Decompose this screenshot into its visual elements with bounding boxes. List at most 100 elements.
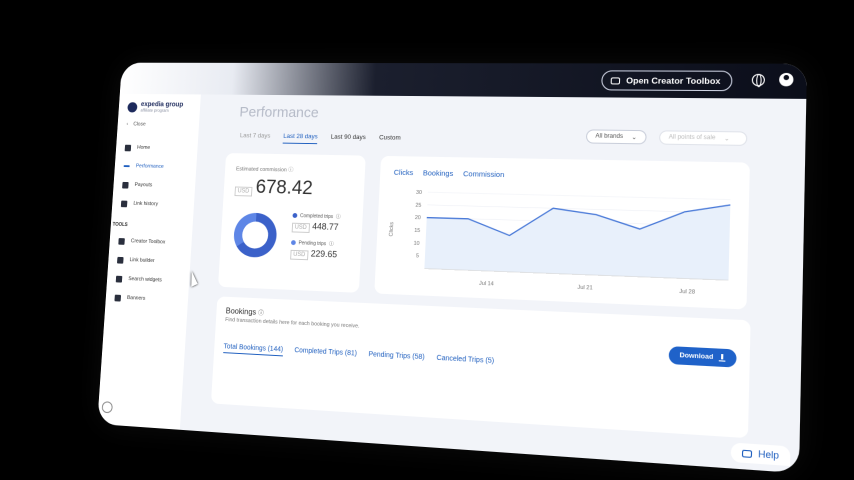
sidebar-item-label: Link history xyxy=(133,200,159,208)
tab-bookings[interactable]: Bookings xyxy=(423,168,454,178)
link-icon xyxy=(117,256,124,264)
currency-badge: USD xyxy=(291,222,310,233)
bookings-card: Bookings ⓘ Find transaction details here… xyxy=(210,296,751,439)
y-tick-label: 5 xyxy=(416,253,419,259)
history-icon xyxy=(120,200,128,207)
globe-icon[interactable] xyxy=(751,73,766,87)
tab-last-7-days[interactable]: Last 7 days xyxy=(239,132,271,143)
completed-legend: Completed trips ⓘ USD 448.77 xyxy=(291,212,341,234)
sidebar: expedia group affiliate program ‹ Close … xyxy=(97,93,201,430)
accessibility-icon[interactable] xyxy=(101,401,113,414)
info-icon[interactable]: ⓘ xyxy=(329,240,334,247)
points-of-sale-select[interactable]: All points of sale ⌄ xyxy=(658,130,748,146)
completed-dot xyxy=(292,213,298,219)
completed-label: Completed trips xyxy=(299,212,334,220)
tab-total-bookings[interactable]: Total Bookings (144) xyxy=(223,343,284,357)
date-range-tabs: Last 7 days Last 28 days Last 90 days Cu… xyxy=(239,132,401,145)
pending-label: Pending trips xyxy=(298,239,327,247)
sidebar-item-label: Banners xyxy=(126,295,146,302)
clicks-area xyxy=(424,197,731,281)
close-menu-link[interactable]: ‹ Close xyxy=(126,122,146,128)
toolbox-icon xyxy=(610,76,621,84)
x-tick-label: Jul 14 xyxy=(479,281,494,288)
pos-select-value: All points of sale xyxy=(668,134,716,142)
y-tick-label: 20 xyxy=(415,215,421,221)
sidebar-item-label: Creator Toolbox xyxy=(130,238,166,246)
info-icon[interactable]: ⓘ xyxy=(288,168,293,174)
currency-badge: USD xyxy=(290,249,309,261)
logo[interactable]: expedia group affiliate program xyxy=(127,101,183,113)
payout-icon xyxy=(122,181,129,189)
sidebar-item-label: Payouts xyxy=(134,182,153,189)
tab-clicks[interactable]: Clicks xyxy=(394,168,414,177)
chevron-down-icon: ⌄ xyxy=(631,134,637,141)
sidebar-item-link-history[interactable]: Link history xyxy=(119,194,193,215)
toolbox-label: Open Creator Toolbox xyxy=(626,75,721,86)
pending-legend: Pending trips ⓘ USD 229.65 xyxy=(290,239,338,261)
expedia-logo-icon xyxy=(127,101,138,112)
page-title: Performance xyxy=(239,104,320,122)
banner-icon xyxy=(114,294,122,302)
tab-last-90-days[interactable]: Last 90 days xyxy=(330,134,366,145)
pending-value: 229.65 xyxy=(310,248,338,260)
tab-commission[interactable]: Commission xyxy=(463,169,505,179)
pending-dot xyxy=(290,240,296,246)
commission-card: Estimated commission ⓘ USD 678.42 Comple… xyxy=(218,153,366,293)
sidebar-item-performance[interactable]: Performance xyxy=(121,157,195,177)
user-account-icon[interactable] xyxy=(779,72,794,87)
main-content: Performance Last 7 days Last 28 days Las… xyxy=(187,95,806,474)
download-label: Download xyxy=(679,351,714,362)
sidebar-nav: Home Performance Payouts Link history TO… xyxy=(112,138,196,310)
download-button[interactable]: Download xyxy=(668,346,737,368)
commission-label-text: Estimated commission xyxy=(235,166,287,174)
help-button[interactable]: Help xyxy=(731,442,791,467)
y-tick-label: 15 xyxy=(414,228,420,234)
sidebar-item-label: Link builder xyxy=(129,257,155,264)
sidebar-item-label: Home xyxy=(136,144,151,151)
bookings-tabs: Total Bookings (144) Completed Trips (81… xyxy=(223,343,494,368)
y-tick-label: 10 xyxy=(414,240,420,246)
app-window: Open Creator Toolbox expedia group affil… xyxy=(97,62,808,474)
commission-donut-chart xyxy=(232,212,278,259)
commission-value: USD 678.42 xyxy=(234,176,313,200)
performance-chart-card: Clicks Bookings Commission 5 10 15 20 25 30 Cl… xyxy=(374,155,750,310)
grid-line xyxy=(428,192,731,199)
home-icon xyxy=(124,144,132,151)
info-icon[interactable]: ⓘ xyxy=(258,311,264,317)
sidebar-item-home[interactable]: Home xyxy=(122,138,196,158)
tab-completed-trips[interactable]: Completed Trips (81) xyxy=(294,347,357,360)
y-tick-label: 25 xyxy=(415,202,421,208)
tab-custom[interactable]: Custom xyxy=(379,134,401,145)
y-axis-label: Clicks xyxy=(389,222,396,237)
bookings-title-text: Bookings xyxy=(225,306,257,317)
open-creator-toolbox-button[interactable]: Open Creator Toolbox xyxy=(600,70,733,92)
search-icon xyxy=(115,275,123,283)
y-tick-label: 30 xyxy=(416,190,422,196)
brands-select-value: All brands xyxy=(595,133,624,140)
trend-icon xyxy=(123,165,130,168)
chat-icon xyxy=(742,449,753,458)
download-icon xyxy=(718,354,726,362)
tab-last-28-days[interactable]: Last 28 days xyxy=(282,133,318,145)
tab-pending-trips[interactable]: Pending Trips (58) xyxy=(368,351,424,364)
chevron-left-icon: ‹ xyxy=(126,121,129,128)
logo-subtext: affiliate program xyxy=(140,107,170,113)
sidebar-item-payouts[interactable]: Payouts xyxy=(120,175,194,196)
currency-badge: USD xyxy=(234,186,253,197)
completed-value: 448.77 xyxy=(312,221,339,232)
x-tick-label: Jul 21 xyxy=(577,285,593,292)
close-label: Close xyxy=(133,121,146,128)
top-bar: Open Creator Toolbox xyxy=(119,62,808,99)
tab-canceled-trips[interactable]: Canceled Trips (5) xyxy=(436,355,494,368)
commission-label: Estimated commission ⓘ xyxy=(236,165,314,174)
info-icon[interactable]: ⓘ xyxy=(336,213,341,220)
commission-amount: 678.42 xyxy=(255,176,314,200)
brands-select[interactable]: All brands ⌄ xyxy=(585,129,647,145)
help-label: Help xyxy=(758,448,780,461)
chart-metric-tabs: Clicks Bookings Commission xyxy=(394,168,505,179)
clicks-chart: 5 10 15 20 25 30 Clicks Jul 14 Jul 21 Jul 28 xyxy=(389,190,741,296)
sidebar-item-label: Performance xyxy=(135,163,164,170)
sidebar-item-banners[interactable]: Banners xyxy=(112,288,186,310)
tools-heading: TOOLS xyxy=(112,221,128,228)
x-tick-label: Jul 28 xyxy=(679,289,695,296)
